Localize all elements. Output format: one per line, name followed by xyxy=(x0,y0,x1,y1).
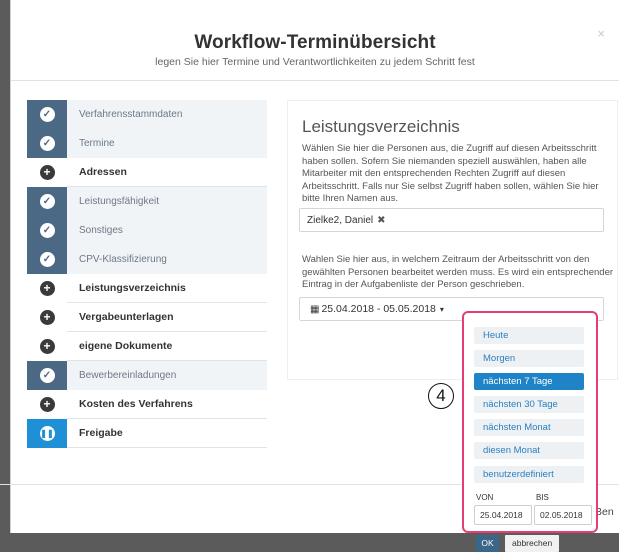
access-description: Wählen Sie hier die Personen aus, die Zu… xyxy=(302,143,599,204)
person-select-input[interactable]: Zielke2, Daniel ✖ xyxy=(299,208,604,232)
step-freigabe[interactable]: ❚❚ Freigabe xyxy=(27,418,267,448)
check-icon: ✓ xyxy=(39,367,55,383)
person-tag: Zielke2, Daniel xyxy=(307,214,374,226)
check-icon: ✓ xyxy=(39,222,55,238)
step-label: Bewerbereinladungen xyxy=(67,360,267,390)
step-cpv-klassifizierung[interactable]: ✓ CPV-Klassifizierung xyxy=(27,244,267,274)
range-option-next-7-days[interactable]: nächsten 7 Tage xyxy=(474,373,584,391)
check-icon: ✓ xyxy=(39,135,55,151)
plus-icon: + xyxy=(39,338,55,354)
to-date-input[interactable]: 02.05.2018 xyxy=(534,505,592,525)
modal-subtitle: legen Sie hier Termine und Verantwortlic… xyxy=(155,56,475,68)
to-label: BIS xyxy=(536,493,549,502)
range-list: Heute Morgen nächsten 7 Tage nächsten 30… xyxy=(474,327,584,489)
check-icon: ✓ xyxy=(39,251,55,267)
step-label: Kosten des Verfahrens xyxy=(79,398,193,410)
ok-button[interactable]: OK xyxy=(476,535,499,552)
range-option-morgen[interactable]: Morgen xyxy=(474,350,584,368)
range-option-next-month[interactable]: nächsten Monat xyxy=(474,419,584,437)
pause-icon: ❚❚ xyxy=(39,425,55,441)
range-option-heute[interactable]: Heute xyxy=(474,327,584,344)
check-icon: ✓ xyxy=(39,193,55,209)
plus-icon: + xyxy=(39,280,55,296)
step-leistungsfaehigkeit[interactable]: ✓ Leistungsfähigkeit xyxy=(27,186,267,216)
step-label: Adressen xyxy=(79,166,127,178)
step-label: eigene Dokumente xyxy=(79,340,173,352)
step-label: Vergabeunterlagen xyxy=(79,311,174,323)
step-label: CPV-Klassifizierung xyxy=(67,244,267,274)
step-bewerbereinladungen[interactable]: ✓ Bewerbereinladungen xyxy=(27,360,267,390)
remove-tag-icon[interactable]: ✖ xyxy=(377,215,385,226)
annotation-marker: 4 xyxy=(428,383,454,409)
step-sonstiges[interactable]: ✓ Sonstiges xyxy=(27,215,267,245)
header-divider xyxy=(11,80,619,81)
step-vergabeunterlagen[interactable]: + Vergabeunterlagen xyxy=(27,302,267,332)
range-option-custom[interactable]: benutzerdefiniert xyxy=(474,465,584,483)
calendar-icon: ▦ xyxy=(310,303,320,315)
step-label: Leistungsfähigkeit xyxy=(67,186,267,216)
step-eigene-dokumente[interactable]: + eigene Dokumente xyxy=(27,331,267,361)
range-option-next-30-days[interactable]: nächsten 30 Tage xyxy=(474,396,584,414)
picker-buttons: OK abbrechen xyxy=(476,535,560,552)
timeframe-description: Wahlen Sie hier aus, in welchem Zeitraum… xyxy=(302,254,614,290)
date-range-value: 25.04.2018 - 05.05.2018 xyxy=(321,303,436,315)
section-title: Leistungsverzeichnis xyxy=(302,117,460,136)
step-verfahrensstammdaten[interactable]: ✓ Verfahrensstammdaten xyxy=(27,99,267,129)
check-icon: ✓ xyxy=(39,106,55,122)
step-label: Verfahrensstammdaten xyxy=(67,99,267,129)
cancel-button[interactable]: abbrechen xyxy=(505,535,560,552)
step-label: Termine xyxy=(67,128,267,158)
step-label: Leistungsverzeichnis xyxy=(79,282,186,294)
step-label: Sonstiges xyxy=(67,215,267,245)
from-label: VON xyxy=(476,493,494,502)
step-kosten-des-verfahrens[interactable]: + Kosten des Verfahrens xyxy=(27,389,267,419)
step-adressen[interactable]: + Adressen xyxy=(27,157,267,187)
from-date-input[interactable]: 25.04.2018 xyxy=(474,505,532,525)
modal-title: Workflow-Terminübersicht xyxy=(194,32,436,53)
caret-down-icon: ▾ xyxy=(439,304,444,314)
plus-icon: + xyxy=(39,309,55,325)
plus-icon: + xyxy=(39,164,55,180)
range-option-this-month[interactable]: diesen Monat xyxy=(474,442,584,460)
step-termine[interactable]: ✓ Termine xyxy=(27,128,267,158)
date-range-picker: Heute Morgen nächsten 7 Tage nächsten 30… xyxy=(462,311,598,533)
step-leistungsverzeichnis[interactable]: + Leistungsverzeichnis xyxy=(27,273,267,303)
step-list: ✓ Verfahrensstammdaten ✓ Termine + Adres… xyxy=(27,99,267,448)
step-label: Freigabe xyxy=(79,427,123,439)
plus-icon: + xyxy=(39,396,55,412)
